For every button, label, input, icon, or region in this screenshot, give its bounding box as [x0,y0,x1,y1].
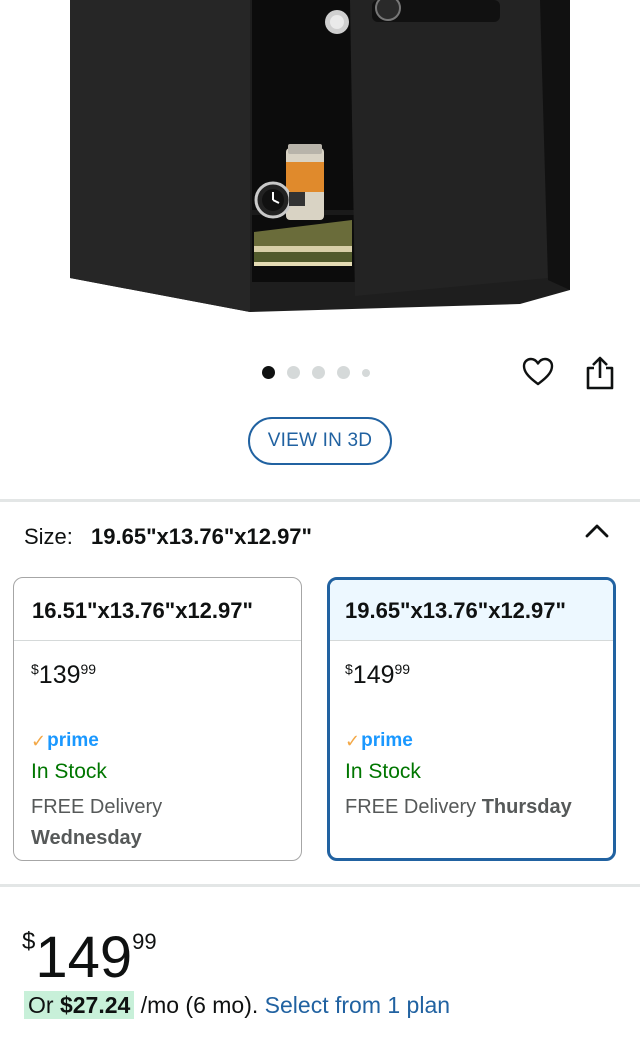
size-selector-header[interactable]: Size: 19.65"x13.76"x12.97" [24,524,312,550]
installment-amount: Or $27.24 [24,991,135,1019]
prime-badge: ✓ prime [345,730,413,751]
carousel-dot-1[interactable] [262,366,275,379]
chevron-up-icon[interactable] [584,520,610,540]
carousel-dot-5[interactable] [362,368,370,377]
image-carousel-dots[interactable] [262,366,370,379]
option-dimensions: 19.65"x13.76"x12.97" [330,580,613,641]
delivery-info: FREE Delivery Wednesday [31,796,163,849]
installment-term: /mo (6 mo). [140,992,259,1018]
size-option-card-1[interactable]: 16.51"x13.76"x12.97" $13999 ✓ prime In St… [13,577,302,861]
delivery-info: FREE Delivery Thursday [345,796,572,818]
product-price: $14999 [22,925,157,990]
option-price: $14999 [345,661,411,689]
share-button[interactable] [583,354,617,392]
option-dimensions: 16.51"x13.76"x12.97" [14,578,301,641]
share-icon [586,356,614,390]
safe-illustration [70,0,570,312]
view-in-3d-button[interactable]: VIEW IN 3D [248,417,392,465]
wishlist-button[interactable] [521,355,555,389]
prime-check-icon: ✓ [345,730,361,751]
option-price: $13999 [31,661,97,689]
carousel-dot-3[interactable] [312,366,325,379]
installment-plan: Or $27.24 /mo (6 mo). Select from 1 plan [24,991,450,1019]
prime-badge: ✓ prime [31,730,99,751]
product-image[interactable] [0,0,640,340]
size-selected-value: 19.65"x13.76"x12.97" [91,524,312,549]
select-plan-link[interactable]: Select from 1 plan [265,992,450,1018]
prime-check-icon: ✓ [31,730,47,751]
stock-status: In Stock [31,760,107,783]
carousel-dot-4[interactable] [337,366,350,379]
size-option-card-2[interactable]: 19.65"x13.76"x12.97" $14999 ✓ prime In St… [327,577,616,861]
stock-status: In Stock [345,760,421,783]
section-divider [0,499,640,502]
size-label: Size: [24,524,73,549]
heart-icon [522,357,554,386]
carousel-dot-2[interactable] [287,366,300,379]
section-divider [0,884,640,887]
